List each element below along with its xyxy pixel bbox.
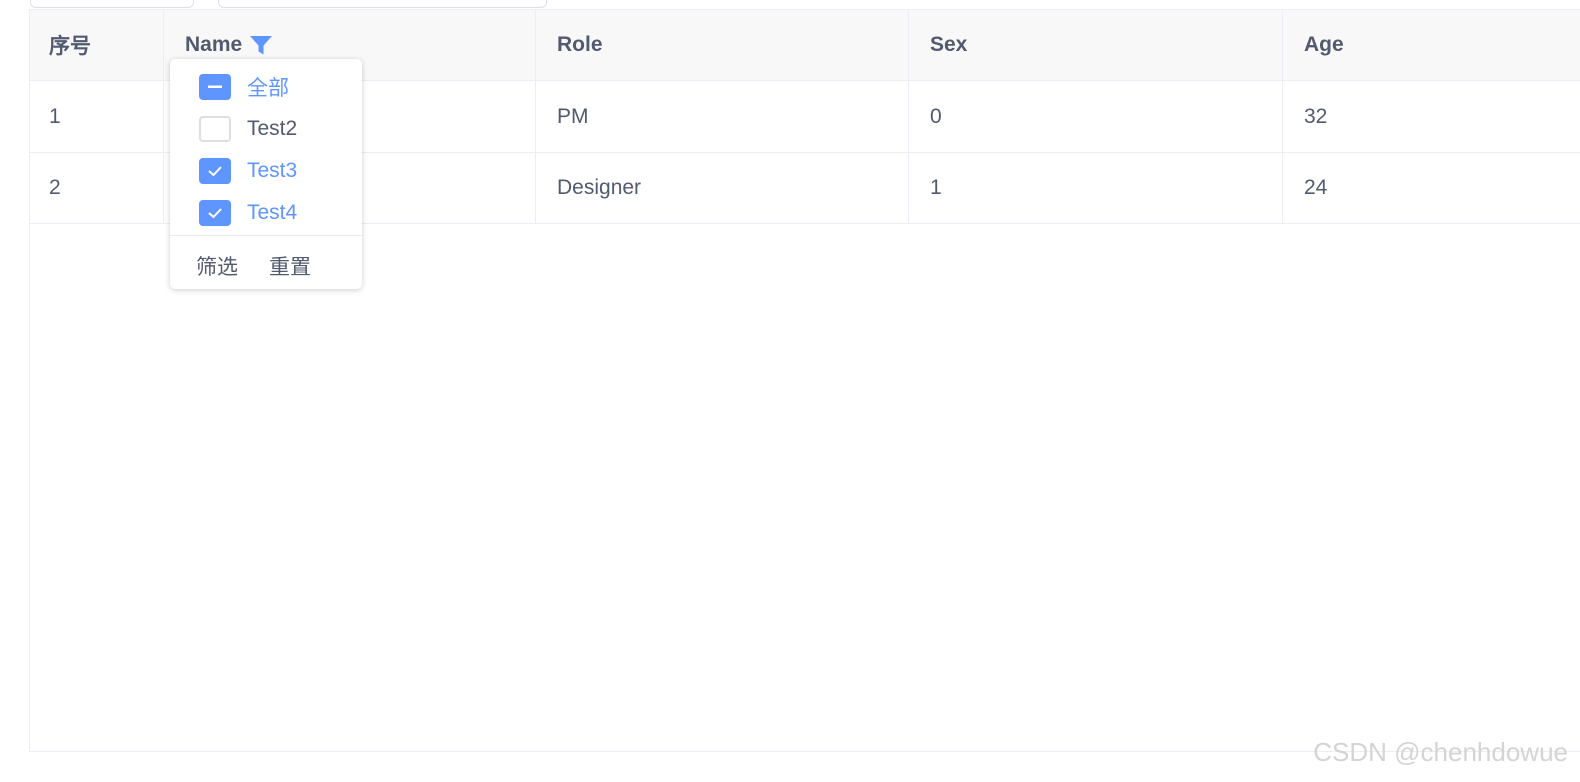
column-header-age: Age — [1283, 10, 1580, 80]
cell-role: PM — [536, 81, 909, 152]
cell-role: Designer — [536, 153, 909, 223]
filter-option-all[interactable]: 全部 — [199, 72, 289, 102]
cell-age: 24 — [1304, 176, 1328, 199]
column-header-index: 序号 — [30, 10, 164, 80]
cell-age: 32 — [1304, 104, 1328, 128]
filter-icon[interactable] — [249, 34, 273, 56]
filter-option-test3[interactable]: Test3 — [199, 156, 297, 186]
filter-option-label: Test4 — [247, 201, 298, 224]
checked-checkbox-icon[interactable] — [199, 158, 231, 184]
column-header-label: Age — [1304, 33, 1344, 56]
column-header-label: Sex — [930, 33, 968, 56]
divider — [170, 235, 362, 236]
top-input-right[interactable] — [218, 0, 547, 8]
watermark: CSDN @chenhdowue — [1313, 737, 1568, 767]
checked-checkbox-icon[interactable] — [199, 200, 231, 226]
column-header-sex: Sex — [909, 10, 1283, 80]
column-header-label: Role — [557, 33, 603, 56]
cell-index: 1 — [30, 81, 164, 152]
page: 序号 Name Role Sex Age 1 PM 0 32 2 Designe… — [0, 0, 1580, 782]
checkbox-icon[interactable] — [199, 116, 231, 142]
filter-option-label: Test3 — [247, 159, 298, 182]
top-input-left[interactable] — [30, 0, 194, 8]
name-filter-dropdown: 全部 Test2 Test3 Test4 筛选 重置 — [170, 59, 362, 289]
cell-index: 2 — [30, 153, 164, 223]
cell-sex: 1 — [909, 153, 1283, 223]
filter-reset-button[interactable]: 重置 — [269, 251, 311, 281]
filter-option-test2[interactable]: Test2 — [199, 114, 297, 144]
cell-sex: 0 — [909, 81, 1283, 152]
filter-confirm-button[interactable]: 筛选 — [196, 251, 238, 281]
filter-option-label: Test2 — [247, 117, 298, 140]
column-header-role: Role — [536, 10, 909, 80]
filter-option-label: 全部 — [247, 77, 289, 100]
column-header-label: Name — [185, 33, 243, 56]
column-header-label: 序号 — [49, 35, 91, 58]
filter-option-test4[interactable]: Test4 — [199, 198, 297, 228]
indeterminate-checkbox-icon[interactable] — [199, 74, 231, 100]
